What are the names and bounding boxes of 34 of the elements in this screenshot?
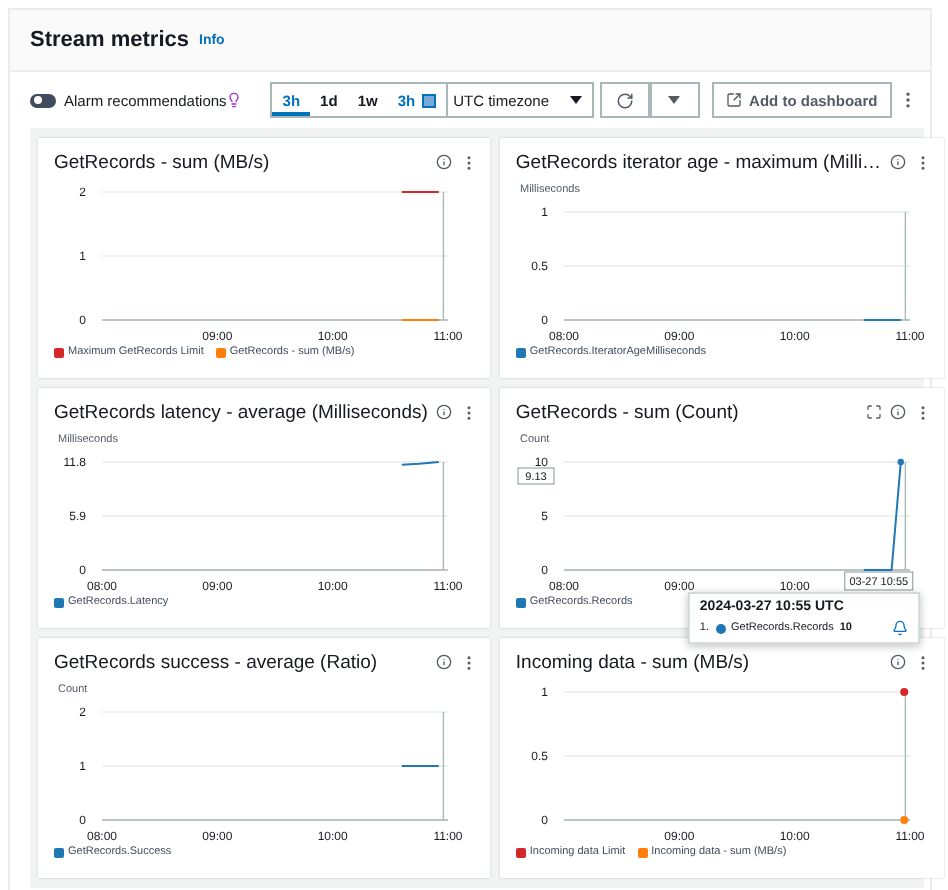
refresh-button[interactable] <box>599 82 650 118</box>
panel-title: Stream metrics <box>30 28 189 52</box>
info-icon[interactable] <box>889 654 906 670</box>
info-icon[interactable] <box>889 404 906 420</box>
data-point <box>900 688 909 696</box>
expand-icon[interactable] <box>865 404 882 420</box>
data-line <box>400 319 440 321</box>
widget-title: GetRecords iterator age - maximum (Milli… <box>515 151 882 173</box>
info-icon[interactable] <box>435 404 452 420</box>
widget-title: Incoming data - sum (MB/s) <box>515 651 752 673</box>
info-icon[interactable] <box>889 154 906 170</box>
data-line <box>400 765 440 767</box>
caret-icon <box>569 96 582 104</box>
caret-icon <box>668 96 681 104</box>
widget-title: GetRecords - sum (Count) <box>515 401 741 423</box>
external-link-icon <box>725 92 742 108</box>
widget-title: GetRecords - sum (MB/s) <box>54 151 272 173</box>
refresh-options-button[interactable] <box>649 82 700 118</box>
data-point <box>900 816 909 824</box>
bell-icon[interactable] <box>891 620 908 636</box>
data-line <box>400 461 440 466</box>
info-icon[interactable] <box>435 154 452 170</box>
data-line <box>862 319 902 321</box>
calendar-icon <box>421 93 436 107</box>
data-line <box>400 191 440 193</box>
info-icon[interactable] <box>435 654 452 670</box>
widget-title: GetRecords success - average (Ratio) <box>54 651 380 673</box>
refresh-icon <box>615 91 634 109</box>
alarm-toggle[interactable] <box>30 93 56 107</box>
widget-title: GetRecords latency - average (Milliseconds) <box>54 401 428 423</box>
data-point <box>897 458 904 466</box>
cursor-line <box>904 691 906 821</box>
data-line <box>862 461 902 571</box>
lightbulb-icon <box>226 92 243 108</box>
